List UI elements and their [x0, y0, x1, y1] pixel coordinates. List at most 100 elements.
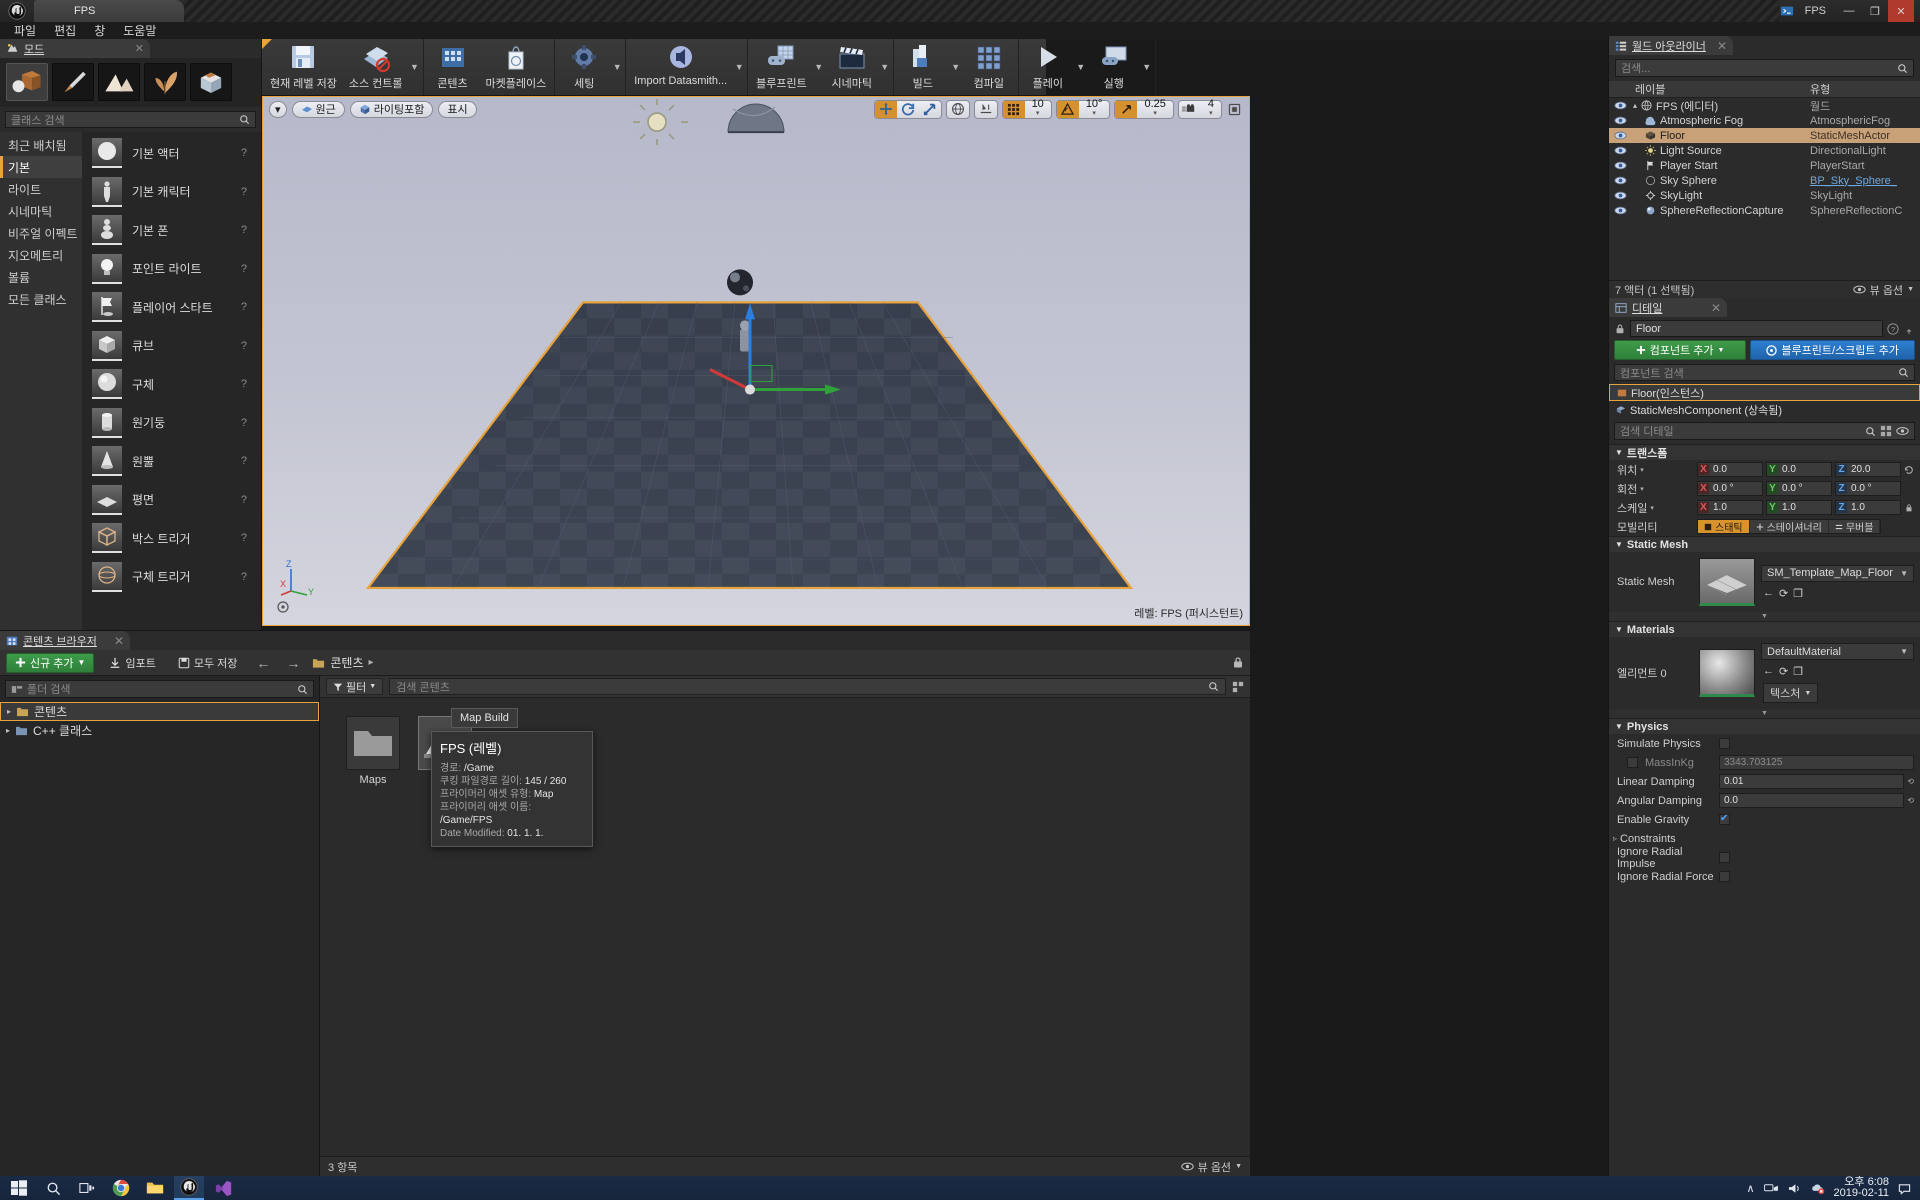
asset-search-input[interactable]: 검색 콘텐츠: [389, 678, 1226, 695]
list-item[interactable]: 기본 캐릭터 ?: [82, 173, 261, 212]
chevron-down-icon[interactable]: ▼: [1075, 39, 1087, 96]
scale-tool-button[interactable]: [919, 101, 941, 118]
reset-icon[interactable]: ⟲: [1907, 777, 1914, 786]
visibility-eye-icon[interactable]: [1609, 161, 1631, 170]
chevron-down-icon[interactable]: ▾: [1209, 109, 1213, 119]
filter-button[interactable]: 필터 ▼: [326, 678, 384, 695]
help-icon[interactable]: ?: [1887, 322, 1899, 335]
add-component-button[interactable]: 컴포넌트 추가 ▼: [1614, 340, 1747, 360]
table-row[interactable]: SkyLight SkyLight: [1609, 188, 1920, 203]
rotation-snap-control[interactable]: 10° ▾: [1055, 99, 1111, 119]
play-button[interactable]: 플레이: [1021, 39, 1075, 96]
chevron-down-icon[interactable]: ▼: [879, 39, 891, 96]
unreal-editor-taskbar-icon[interactable]: [174, 1176, 204, 1200]
mesh-browse-button[interactable]: ❐: [1793, 587, 1803, 600]
list-item[interactable]: 플레이어 스타트 ?: [82, 288, 261, 327]
ignore-radial-impulse-checkbox[interactable]: [1719, 852, 1730, 863]
build-button[interactable]: 빌드: [896, 39, 950, 96]
close-icon[interactable]: ✕: [135, 42, 144, 55]
rotation-z-field[interactable]: Z 0.0 °: [1835, 481, 1901, 496]
static-mesh-combo[interactable]: SM_Template_Map_Floor ▼: [1761, 564, 1914, 582]
paint-mode-button[interactable]: [52, 63, 94, 101]
static-mesh-thumbnail[interactable]: [1699, 558, 1755, 606]
expander-icon[interactable]: ▴: [1633, 101, 1637, 110]
help-icon[interactable]: ?: [241, 455, 261, 467]
chevron-down-icon[interactable]: ▾: [1153, 109, 1157, 119]
help-icon[interactable]: ?: [241, 532, 261, 544]
section-static-mesh[interactable]: ▼ Static Mesh: [1609, 536, 1920, 552]
compile-button[interactable]: 컴파일: [962, 39, 1016, 96]
help-icon[interactable]: ?: [241, 340, 261, 352]
scale-arrow-icon[interactable]: [1115, 100, 1138, 118]
visibility-eye-icon[interactable]: [1609, 131, 1631, 140]
material-thumbnail[interactable]: [1699, 649, 1755, 697]
category-volumes[interactable]: 볼륨: [0, 266, 82, 288]
pin-icon[interactable]: [1903, 323, 1915, 335]
visibility-eye-icon[interactable]: [1609, 191, 1631, 200]
help-icon[interactable]: ?: [241, 224, 261, 236]
help-icon[interactable]: ?: [241, 417, 261, 429]
forward-button[interactable]: →: [282, 655, 304, 671]
list-item[interactable]: 기본 액터 ?: [82, 134, 261, 173]
column-label[interactable]: 레이블: [1631, 81, 1810, 97]
menu-window[interactable]: 창: [86, 21, 113, 40]
table-row[interactable]: SphereReflectionCapture SphereReflection…: [1609, 203, 1920, 218]
list-item[interactable]: 원뿔 ?: [82, 442, 261, 481]
component-item-floor-instance[interactable]: Floor(인스턴스): [1609, 384, 1920, 401]
visibility-eye-icon[interactable]: [1609, 101, 1631, 110]
list-item[interactable]: 기본 폰 ?: [82, 211, 261, 250]
chevron-down-icon[interactable]: ▾: [1640, 466, 1644, 474]
coordinate-system-button[interactable]: [945, 99, 970, 119]
close-icon[interactable]: ✕: [1717, 39, 1727, 53]
grid-view-icon[interactable]: [1880, 425, 1892, 437]
list-item[interactable]: 구체 트리거 ?: [82, 558, 261, 597]
translate-tool-button[interactable]: [874, 100, 897, 118]
import-button[interactable]: 임포트: [102, 653, 162, 673]
close-icon[interactable]: ✕: [1711, 301, 1721, 315]
angle-icon[interactable]: [1056, 100, 1079, 118]
save-current-level-button[interactable]: 현재 레벨 저장: [264, 39, 343, 96]
tray-chevron-icon[interactable]: ∧: [1746, 1182, 1754, 1195]
chevron-down-icon[interactable]: ▼: [950, 39, 962, 96]
world-outliner-tab[interactable]: 월드 아웃라이너 ✕: [1609, 36, 1733, 55]
add-new-button[interactable]: 신규 추가 ▼: [6, 652, 95, 673]
list-item[interactable]: 구체 ?: [82, 365, 261, 404]
foliage-mode-button[interactable]: [144, 63, 186, 101]
reset-location-icon[interactable]: [1904, 465, 1914, 475]
minimize-button[interactable]: —: [1836, 0, 1862, 22]
table-row[interactable]: Atmospheric Fog AtmosphericFog: [1609, 113, 1920, 128]
search-icon[interactable]: [38, 1176, 68, 1200]
static-mesh-collapse-bar[interactable]: ▼: [1609, 612, 1920, 621]
grid-icon[interactable]: [1002, 100, 1025, 118]
list-item[interactable]: 평면 ?: [82, 481, 261, 520]
chevron-down-icon[interactable]: ▾: [1640, 485, 1644, 493]
material-browse-back-button[interactable]: ←: [1763, 665, 1774, 678]
mobility-static-option[interactable]: 스태틱: [1698, 520, 1750, 534]
content-browser-tab[interactable]: 콘텐츠 브라우저 ✕: [0, 631, 130, 650]
marketplace-button[interactable]: 마켓플레이스: [480, 39, 553, 96]
lock-ratio-icon[interactable]: [1904, 503, 1914, 513]
linear-damping-field[interactable]: 0.01: [1719, 774, 1905, 789]
settings-button[interactable]: 세팅: [557, 39, 611, 96]
chevron-down-icon[interactable]: ▼: [1907, 286, 1914, 293]
menu-edit[interactable]: 편집: [46, 21, 84, 40]
list-item[interactable]: 큐브 ?: [82, 327, 261, 366]
scale-x-field[interactable]: X 1.0: [1697, 500, 1763, 515]
breadcrumb[interactable]: 콘텐츠 ▸: [312, 654, 374, 671]
import-datasmith-button[interactable]: Import Datasmith...: [628, 39, 733, 96]
show-flags-button[interactable]: 표시: [438, 100, 477, 118]
material-browse-button[interactable]: ❐: [1793, 665, 1803, 678]
help-icon[interactable]: ?: [241, 378, 261, 390]
mesh-reset-button[interactable]: ⟳: [1779, 587, 1788, 600]
chevron-down-icon[interactable]: ▼: [1900, 647, 1908, 656]
category-geometry[interactable]: 지오메트리: [0, 244, 82, 266]
tree-item-content[interactable]: ▸ 콘텐츠: [0, 702, 319, 721]
network-icon[interactable]: [1763, 1182, 1779, 1194]
category-visual-effects[interactable]: 비주얼 이펙트: [0, 222, 82, 244]
level-viewport[interactable]: ▾ 원근 라이팅포함 표시 10 ▾ 10° ▾ 0.25 ▾ 4 ▾ Z X …: [262, 96, 1250, 626]
mesh-browse-back-button[interactable]: ←: [1763, 587, 1774, 600]
section-physics[interactable]: ▼ Physics: [1609, 718, 1920, 734]
reset-icon[interactable]: ⟲: [1907, 796, 1914, 805]
mass-field[interactable]: 3343.703125: [1719, 755, 1914, 770]
camera-speed-control[interactable]: 4 ▾: [1177, 99, 1222, 119]
